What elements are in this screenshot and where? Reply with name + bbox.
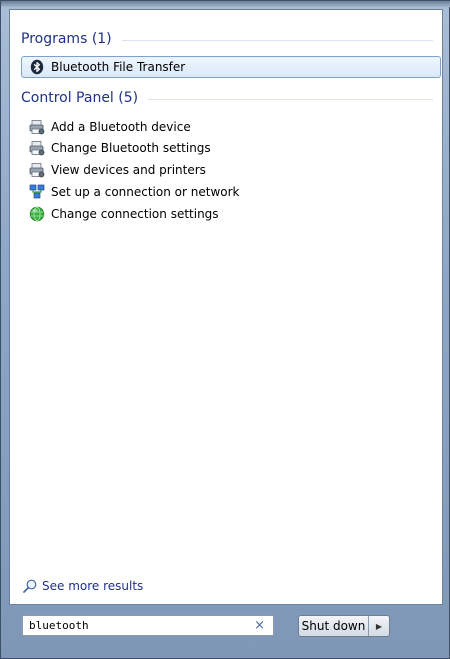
group-divider: [148, 98, 433, 100]
search-results-pane: Programs (1) Bluetooth File Transfer Con…: [9, 9, 443, 605]
result-bluetooth-file-transfer[interactable]: Bluetooth File Transfer: [21, 56, 441, 78]
group-divider: [121, 39, 433, 41]
devices-printer-icon: [29, 140, 45, 156]
shutdown-button-group: Shut down ▶: [298, 615, 390, 637]
result-add-bluetooth-device[interactable]: Add a Bluetooth device: [28, 116, 440, 138]
group-title: Control Panel (5): [21, 90, 139, 106]
see-more-results-link[interactable]: See more results: [22, 577, 143, 595]
taskbar-edge: [1, 1, 450, 7]
search-box[interactable]: ×: [22, 615, 274, 636]
group-title: Programs (1): [21, 31, 112, 47]
result-set-up-connection[interactable]: Set up a connection or network: [28, 181, 440, 203]
result-label: Set up a connection or network: [51, 185, 240, 199]
result-label: Bluetooth File Transfer: [51, 60, 186, 74]
devices-printer-icon: [29, 162, 45, 178]
see-more-label: See more results: [42, 579, 144, 593]
shutdown-options-arrow-icon[interactable]: ▶: [369, 616, 389, 636]
network-icon: [29, 184, 45, 200]
start-menu: Programs (1) Bluetooth File Transfer Con…: [0, 0, 450, 659]
clear-search-icon[interactable]: ×: [254, 617, 265, 635]
group-header-programs: Programs (1): [21, 29, 433, 49]
result-view-devices-and-printers[interactable]: View devices and printers: [28, 159, 440, 181]
shutdown-button[interactable]: Shut down: [299, 616, 369, 636]
result-change-bluetooth-settings[interactable]: Change Bluetooth settings: [28, 137, 440, 159]
result-label: Add a Bluetooth device: [51, 120, 191, 134]
group-header-control-panel: Control Panel (5): [21, 88, 433, 108]
result-label: Change Bluetooth settings: [51, 141, 211, 155]
bluetooth-icon: [29, 59, 45, 75]
result-label: Change connection settings: [51, 207, 219, 221]
result-change-connection-settings[interactable]: Change connection settings: [28, 203, 440, 225]
result-label: View devices and printers: [51, 163, 206, 177]
search-icon: [22, 578, 38, 594]
globe-icon: [29, 206, 45, 222]
search-input[interactable]: [23, 616, 244, 635]
devices-printer-icon: [29, 119, 45, 135]
